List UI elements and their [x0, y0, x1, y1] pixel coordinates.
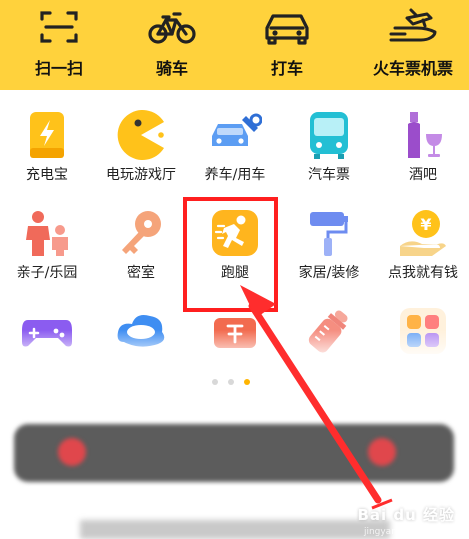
grid-item-bus-ticket[interactable]: 汽车票: [282, 94, 376, 184]
grid-item-label: 家居/装修: [298, 265, 360, 281]
family-icon: [26, 211, 68, 256]
wine-icon: [408, 112, 442, 158]
bike-label: 骑车: [155, 59, 188, 78]
bicycle-icon: [148, 12, 196, 44]
scan-button[interactable]: 扫一扫: [12, 0, 106, 90]
page-indicator: [210, 379, 260, 387]
grid-item-label: 亲子/乐园: [16, 265, 78, 281]
train-flight-button[interactable]: 火车票机票: [358, 0, 468, 90]
grid-item-label: 点我就有钱: [388, 265, 458, 281]
bottom-content-blur: [80, 520, 390, 539]
grid-item-label: 电玩游戏厅: [106, 167, 176, 183]
grid-fade-overlay: [0, 330, 469, 370]
scan-icon: [40, 11, 78, 43]
page-dot-active[interactable]: [244, 379, 250, 385]
watermark-url: jingyan.baidu.com: [363, 527, 447, 537]
train-flight-label: 火车票机票: [372, 59, 453, 78]
grid-item-label: 养车/用车: [204, 167, 266, 183]
grid-item-escape-room[interactable]: 密室: [94, 192, 188, 282]
power-bank-icon: [30, 112, 64, 158]
grid-item-label: 汽车票: [308, 167, 350, 183]
grid-item-home-decor[interactable]: 家居/装修: [282, 192, 376, 282]
bus-icon: [310, 112, 348, 159]
grid-item-arcade[interactable]: 电玩游戏厅: [94, 94, 188, 184]
grid-item-label: 酒吧: [409, 167, 437, 183]
grid-item-bar[interactable]: 酒吧: [376, 94, 469, 184]
taxi-button[interactable]: 打车: [240, 0, 334, 90]
pacman-icon: [117, 110, 164, 160]
paint-roller-icon: [310, 212, 348, 256]
grid-item-power-bank[interactable]: 充电宝: [0, 94, 94, 184]
coin-hand-icon: ¥: [400, 210, 446, 256]
grid-item-earn-money[interactable]: ¥ 点我就有钱: [376, 192, 469, 282]
grid-item-label: 充电宝: [26, 167, 68, 183]
highlight-box: [183, 197, 278, 312]
page-dot[interactable]: [212, 379, 218, 385]
page-dot[interactable]: [228, 379, 234, 385]
bike-button[interactable]: 骑车: [125, 0, 219, 90]
key-icon: [122, 211, 161, 254]
top-quick-bar: 扫一扫 骑车 打车 火车票机票: [0, 0, 469, 90]
grid-item-family-park[interactable]: 亲子/乐园: [0, 192, 94, 282]
car-icon: [265, 14, 309, 45]
svg-text:¥: ¥: [420, 215, 431, 234]
train-plane-icon: [389, 8, 437, 42]
banner-badge-left: [58, 438, 86, 466]
scan-label: 扫一扫: [34, 59, 83, 78]
grid-item-label: 密室: [127, 265, 155, 281]
banner-badge-right: [368, 438, 396, 466]
taxi-label: 打车: [270, 59, 303, 78]
car-wrench-icon: [212, 113, 262, 146]
watermark: Bai du 经验: [357, 506, 455, 524]
grid-item-car-service[interactable]: 养车/用车: [188, 94, 282, 184]
